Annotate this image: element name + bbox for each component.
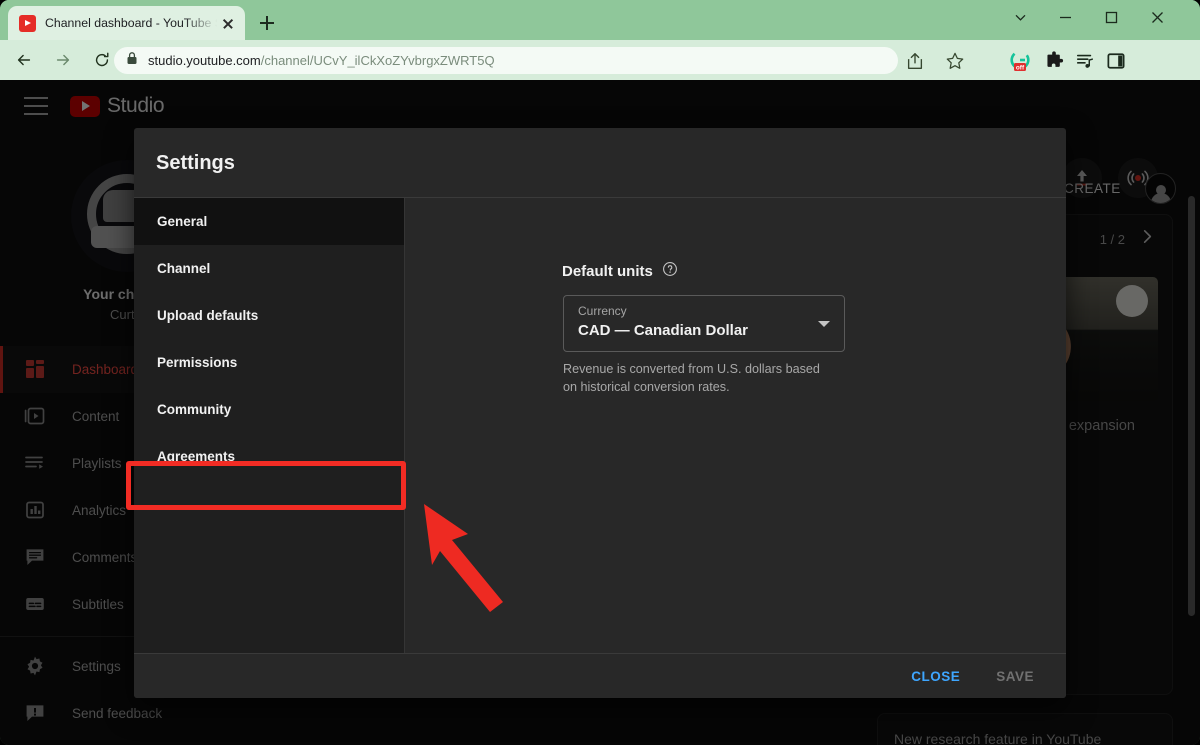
window-close-icon[interactable] — [1134, 0, 1180, 34]
browser-window: Channel dashboard - YouTube St studio.yo… — [0, 0, 1200, 745]
settings-nav-item-upload-defaults[interactable]: Upload defaults — [134, 292, 404, 339]
lock-icon — [126, 51, 138, 70]
currency-field-label: Currency — [578, 304, 627, 318]
panel-heading: Default units — [562, 261, 678, 282]
tab-title: Channel dashboard - YouTube St — [45, 16, 219, 30]
dialog-title: Settings — [156, 152, 235, 174]
settings-panel: Default units Currency CAD — Canadian Do… — [406, 198, 1066, 653]
minimize-icon[interactable] — [1042, 0, 1088, 34]
bookmark-star-icon[interactable] — [945, 51, 967, 73]
save-button: SAVE — [996, 668, 1034, 684]
settings-nav-label: Upload defaults — [157, 308, 259, 323]
currency-note: Revenue is converted from U.S. dollars b… — [563, 362, 820, 394]
reload-icon[interactable] — [87, 45, 117, 75]
close-button[interactable]: CLOSE — [899, 660, 972, 692]
forward-icon[interactable] — [48, 45, 78, 75]
settings-nav-item-permissions[interactable]: Permissions — [134, 339, 404, 386]
new-tab-button[interactable] — [255, 11, 279, 35]
tab-strip: Channel dashboard - YouTube St — [0, 0, 1200, 40]
share-icon[interactable] — [905, 51, 927, 73]
settings-nav-label: Agreements — [157, 449, 236, 464]
svg-text:off: off — [1016, 64, 1025, 71]
browser-tab[interactable]: Channel dashboard - YouTube St — [8, 6, 245, 40]
currency-selected-value: CAD — Canadian Dollar — [578, 322, 749, 339]
youtube-favicon — [19, 14, 36, 32]
settings-nav-item-community[interactable]: Community — [134, 386, 404, 433]
url-domain: studio.youtube.com — [148, 53, 261, 68]
settings-nav-label: Permissions — [157, 355, 238, 370]
tab-search-chevron-icon[interactable] — [997, 0, 1043, 34]
help-circle-icon[interactable] — [662, 261, 678, 282]
settings-nav-label: Channel — [157, 261, 211, 276]
side-panel-icon[interactable] — [1104, 49, 1128, 73]
grammarly-extension-icon[interactable]: off — [1008, 49, 1032, 73]
address-bar[interactable]: studio.youtube.com/channel/UCvY_ilCkXoZY… — [114, 47, 898, 74]
settings-nav-label: Community — [157, 402, 232, 417]
url-path: /channel/UCvY_ilCkXoZYvbrgxZWRT5Q — [260, 53, 495, 68]
reading-list-icon[interactable] — [1073, 49, 1097, 73]
close-icon[interactable] — [219, 14, 237, 32]
address-bar-text: studio.youtube.com/channel/UCvY_ilCkXoZY… — [148, 53, 495, 68]
maximize-icon[interactable] — [1088, 0, 1134, 34]
extensions-puzzle-icon[interactable] — [1042, 49, 1066, 73]
settings-nav-label: General — [157, 214, 208, 229]
back-icon[interactable] — [9, 45, 39, 75]
chevron-down-icon[interactable] — [818, 321, 830, 327]
settings-nav: General Channel Upload defaults Permissi… — [134, 198, 405, 653]
browser-toolbar: studio.youtube.com/channel/UCvY_ilCkXoZY… — [0, 40, 1200, 112]
page-viewport: Studio CREATE Search across your channel — [0, 80, 1200, 745]
settings-nav-item-general[interactable]: General — [134, 198, 404, 245]
dialog-footer: CLOSE SAVE — [134, 654, 1066, 698]
settings-nav-item-channel[interactable]: Channel — [134, 245, 404, 292]
settings-nav-item-agreements[interactable]: Agreements — [134, 433, 404, 480]
currency-select[interactable]: Currency CAD — Canadian Dollar — [563, 295, 845, 352]
settings-dialog: Settings General Channel Upload defaults… — [134, 128, 1066, 698]
panel-heading-text: Default units — [562, 263, 653, 280]
